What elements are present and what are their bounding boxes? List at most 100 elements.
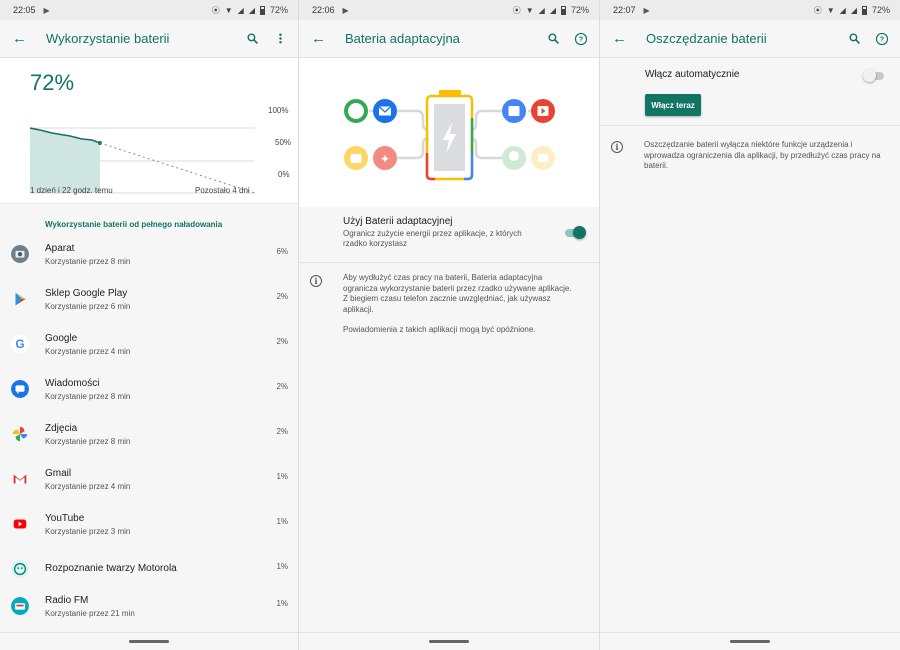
app-percent: 2%: [276, 292, 288, 301]
app-usage: Korzystanie przez 8 min: [45, 392, 131, 401]
app-percent: 2%: [276, 337, 288, 346]
app-percent: 1%: [276, 472, 288, 481]
page-title: Bateria adaptacyjna: [345, 31, 460, 46]
app-percent: 6%: [276, 247, 288, 256]
list-item-gmail[interactable]: Gmail Korzystanie przez 4 min 1%: [0, 461, 298, 506]
battery-summary-card: 72% 100% 50% 0% 1 dzień i 22 godz. temu …: [0, 58, 298, 204]
messages-icon: [11, 380, 29, 398]
app-list: Aparat Korzystanie przez 8 min 6% Sklep …: [0, 236, 298, 633]
status-icons: ⦿ ▼ ◢ ◢ 72%: [513, 5, 589, 16]
camera-icon: [11, 245, 29, 263]
signal-icon: ◢: [839, 5, 846, 15]
app-name: Google: [45, 333, 78, 344]
app-bar: ← Wykorzystanie baterii: [0, 20, 298, 58]
app-name: Gmail: [45, 468, 72, 479]
vibrate-icon: ⦿: [512, 5, 521, 15]
turn-on-now-button[interactable]: Włącz teraz: [645, 94, 701, 116]
app-name: Zdjęcia: [45, 423, 78, 434]
play-notification-icon: ▶: [342, 5, 349, 15]
page-title: Oszczędzanie baterii: [646, 31, 767, 46]
battery-icon: [560, 5, 566, 15]
back-arrow-icon[interactable]: ←: [612, 30, 636, 47]
wifi-icon: ▼: [525, 5, 534, 15]
battery-level: 72%: [30, 70, 75, 95]
youtube-icon: [13, 519, 27, 529]
status-bar: 22:06 ▶ ⦿ ▼ ◢ ◢ 72%: [299, 0, 599, 20]
switch-knob: [863, 69, 876, 82]
adaptive-battery-toggle-row[interactable]: Użyj Baterii adaptacyjnej Ogranicz zużyc…: [299, 207, 599, 263]
list-item-face-unlock[interactable]: Rozpoznanie twarzy Motorola 1%: [0, 551, 298, 588]
search-icon[interactable]: [545, 31, 561, 47]
app-name: Radio FM: [45, 595, 89, 606]
adaptive-battery-illustration: ✦: [299, 58, 599, 207]
help-icon[interactable]: ?: [874, 31, 890, 47]
app-usage: Korzystanie przez 4 min: [45, 482, 131, 491]
wifi-icon: ▼: [224, 5, 233, 15]
back-arrow-icon[interactable]: ←: [311, 30, 335, 47]
adaptive-battery-switch[interactable]: [565, 226, 586, 239]
home-gesture-pill[interactable]: [129, 640, 169, 643]
app-bar: ← Oszczędzanie baterii ?: [600, 20, 900, 58]
signal-icon: ◢: [850, 5, 857, 15]
gmail-icon: [13, 474, 27, 484]
svg-text:✦: ✦: [380, 152, 390, 166]
list-item-radio[interactable]: Radio FM Korzystanie przez 21 min 1%: [0, 588, 298, 633]
section-title: Wykorzystanie baterii od pełnego naładow…: [45, 220, 223, 229]
app-percent: 2%: [276, 427, 288, 436]
app-name: Aparat: [45, 243, 75, 254]
navigation-bar: [299, 632, 599, 650]
screens-container: 22:05 ▶ ⦿ ▼ ◢ ◢ 72% ← Wykorzystanie bate…: [0, 0, 900, 650]
auto-enable-switch[interactable]: [863, 69, 884, 82]
signal-icon: ◢: [248, 5, 255, 15]
list-item-google[interactable]: G Google Korzystanie przez 4 min 2%: [0, 326, 298, 371]
adaptive-battery-screen: 22:06 ▶ ⦿ ▼ ◢ ◢ 72% ← Bateria adaptacyjn…: [299, 0, 600, 650]
vibrate-icon: ⦿: [211, 5, 220, 15]
app-bar-actions: ?: [545, 31, 589, 47]
chart-end-label: Pozostało 4 dni: [195, 186, 250, 195]
status-battery: 72%: [269, 5, 288, 15]
auto-enable-row: Włącz automatycznie Włącz teraz: [600, 58, 900, 126]
photos-icon: [12, 426, 28, 442]
app-bar: ← Bateria adaptacyjna ?: [299, 20, 599, 58]
play-notification-icon: ▶: [643, 5, 650, 15]
status-time: 22:05: [13, 5, 36, 15]
app-percent: 2%: [276, 382, 288, 391]
switch-knob: [573, 226, 586, 239]
app-name: Rozpoznanie twarzy Motorola: [45, 563, 177, 574]
list-item-camera[interactable]: Aparat Korzystanie przez 8 min 6%: [0, 236, 298, 281]
list-item-youtube[interactable]: YouTube Korzystanie przez 3 min 1%: [0, 506, 298, 551]
navigation-bar: [600, 632, 900, 650]
app-bar-actions: [244, 31, 288, 47]
battery-history-chart: [30, 127, 256, 194]
app-usage: Korzystanie przez 21 min: [45, 609, 135, 618]
status-time: 22:06: [312, 5, 335, 15]
app-name: YouTube: [45, 513, 85, 524]
face-unlock-icon: [11, 560, 29, 578]
info-icon: i: [611, 141, 623, 153]
chart-start-label: 1 dzień i 22 godz. temu: [30, 186, 113, 195]
app-usage: Korzystanie przez 4 min: [45, 347, 131, 356]
app-percent: 1%: [276, 562, 288, 571]
svg-text:?: ?: [880, 36, 884, 43]
search-icon[interactable]: [244, 31, 260, 47]
y-label-0: 0%: [278, 170, 290, 179]
status-time: 22:07: [613, 5, 636, 15]
home-gesture-pill[interactable]: [730, 640, 770, 643]
help-icon[interactable]: ?: [573, 31, 589, 47]
back-arrow-icon[interactable]: ←: [12, 30, 36, 47]
status-icons: ⦿ ▼ ◢ ◢ 72%: [212, 5, 288, 16]
home-gesture-pill[interactable]: [429, 640, 469, 643]
list-item-photos[interactable]: Zdjęcia Korzystanie przez 8 min 2%: [0, 416, 298, 461]
radio-icon: [11, 597, 29, 615]
page-title: Wykorzystanie baterii: [46, 31, 170, 46]
list-item-messages[interactable]: Wiadomości Korzystanie przez 8 min 2%: [0, 371, 298, 416]
info-text: Aby wydłużyć czas pracy na baterii, Bate…: [343, 273, 572, 314]
app-usage: Korzystanie przez 6 min: [45, 302, 131, 311]
list-item-play-store[interactable]: Sklep Google Play Korzystanie przez 6 mi…: [0, 281, 298, 326]
search-icon[interactable]: [846, 31, 862, 47]
status-battery: 72%: [871, 5, 890, 15]
adaptive-battery-illustration-art: ✦: [344, 90, 555, 181]
more-options-icon[interactable]: [272, 31, 288, 47]
app-name: Wiadomości: [45, 378, 100, 389]
wifi-icon: ▼: [826, 5, 835, 15]
